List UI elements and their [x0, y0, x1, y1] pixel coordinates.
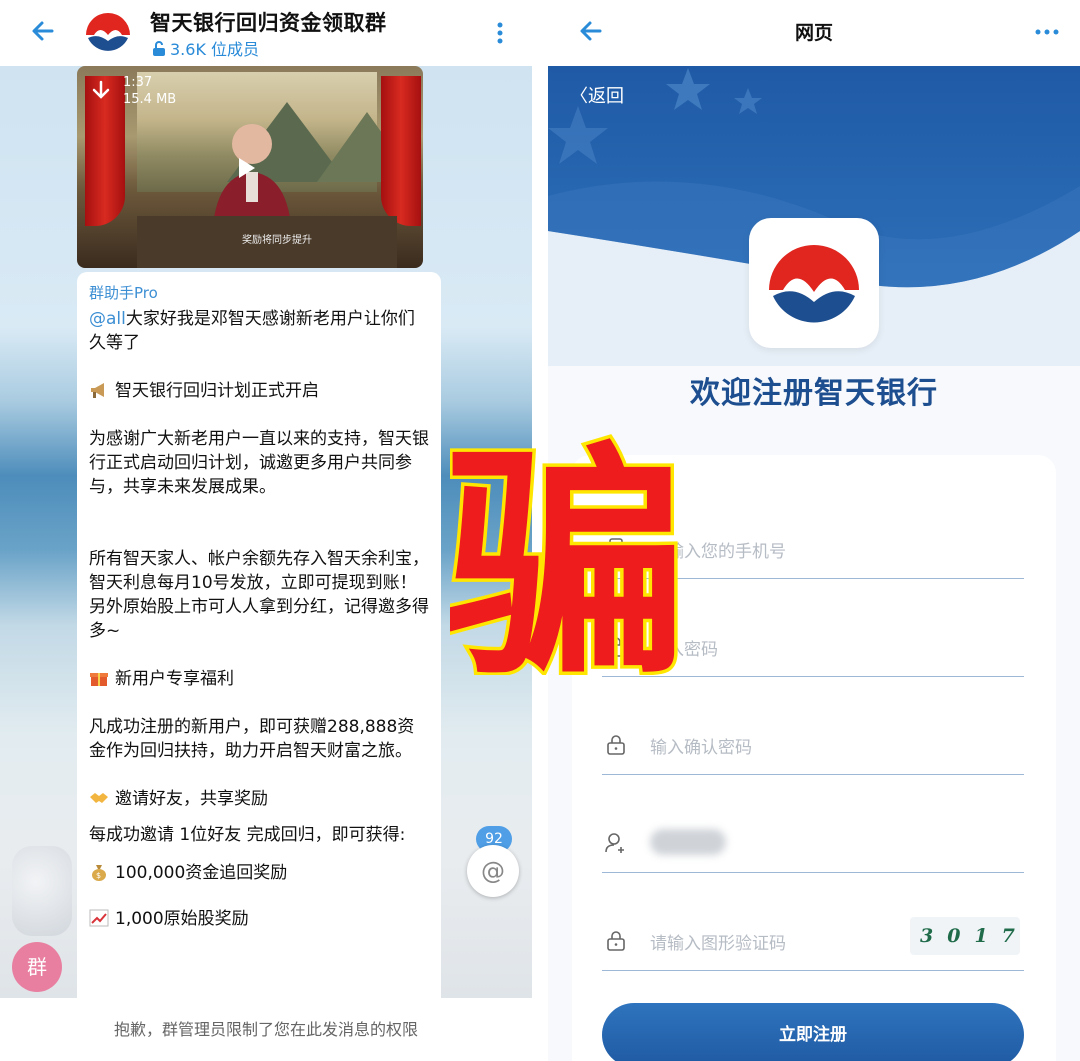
megaphone-icon — [91, 383, 104, 398]
video-meta: 1:37 15.4 MB — [123, 74, 176, 108]
webview-header: 网页 — [548, 0, 1080, 66]
money-bag-icon: $ — [92, 865, 106, 881]
chart-up-icon — [89, 909, 109, 927]
user-add-icon — [605, 833, 624, 853]
captcha-placeholder: 请输入图形验证码 — [650, 934, 786, 954]
paragraph-invite: 每成功邀请 1位好友 完成回归，即可获得: — [89, 825, 406, 845]
group-assistant-button[interactable]: 群 — [12, 942, 62, 992]
more-vert-icon[interactable] — [490, 18, 510, 48]
paragraph-deposit: 所有智天家人、帐户余额先存入智天余利宝，智天利息每月10号发放，立即可提现到账！… — [89, 549, 429, 641]
group-avatar[interactable] — [80, 5, 136, 61]
reward-capital: 100,000资金追回奖励 — [115, 863, 288, 883]
handshake-icon — [90, 793, 108, 803]
group-title[interactable]: 智天银行回归资金领取群 — [150, 7, 387, 37]
reward-shares: 1,000原始股奖励 — [115, 909, 249, 929]
lock-open-icon — [153, 41, 165, 56]
return-link[interactable]: 〈返回 — [570, 82, 624, 108]
heading-return-plan: 智天银行回归计划正式开启 — [115, 381, 319, 401]
sender-name[interactable]: 群助手Pro — [89, 282, 429, 303]
scam-overlay-text: 骗 — [450, 425, 680, 675]
restriction-notice: 抱歉，群管理员限制了您在此发消息的权限 — [0, 998, 532, 1061]
member-count-text: 3.6K 位成员 — [170, 40, 260, 59]
lock-icon — [607, 735, 625, 755]
bank-logo — [749, 218, 879, 348]
svg-text:$: $ — [96, 871, 101, 880]
play-icon[interactable] — [239, 158, 255, 178]
register-button[interactable]: 立即注册 — [602, 1003, 1024, 1061]
lock-icon — [607, 931, 625, 951]
webview-title: 网页 — [794, 22, 833, 44]
return-label: 返回 — [588, 86, 624, 107]
member-count: 3.6K 位成员 — [152, 36, 259, 60]
video-caption: 奖励将同步提升 — [242, 235, 312, 246]
paragraph-thanks: 为感谢广大新老用户一直以来的支持，智天银行正式启动回归计划，诚邀更多用户共同参与… — [89, 429, 429, 497]
chevron-left-icon: 〈 — [570, 86, 588, 107]
mention-all[interactable]: @all — [89, 309, 126, 329]
video-message[interactable]: 1:37 15.4 MB 奖励将同步提升 — [77, 66, 423, 268]
download-icon[interactable] — [91, 80, 111, 102]
mention-jump-button[interactable]: @ — [467, 845, 519, 897]
message-line1: 大家好我是邓智天感谢新老用户让你们久等了 — [89, 309, 415, 353]
confirm-password-field[interactable]: 输入确认密码 — [602, 703, 1024, 775]
captcha-image[interactable]: 3017 — [910, 917, 1020, 955]
message-text: @all大家好我是邓智天感谢新老用户让你们久等了 智天银行回归计划正式开启 为感… — [89, 307, 429, 931]
heading-new-user: 新用户专享福利 — [115, 669, 234, 689]
more-horiz-icon[interactable] — [1032, 22, 1062, 42]
message-bubble: 群助手Pro @all大家好我是邓智天感谢新老用户让你们久等了 智天银行回归计划… — [77, 272, 441, 998]
shell-decoration — [12, 846, 72, 936]
back-arrow-icon[interactable] — [28, 16, 58, 46]
welcome-heading: 欢迎注册智天银行 — [690, 376, 938, 411]
paragraph-new-user: 凡成功注册的新用户，即可获赠288,888资金作为回归扶持，助力开启智天财富之旅… — [89, 717, 415, 761]
chat-header: 智天银行回归资金领取群 3.6K 位成员 — [0, 0, 532, 66]
video-size: 15.4 MB — [123, 92, 177, 107]
scam-overlay: 骗 — [450, 425, 680, 675]
invite-code-field[interactable] — [602, 801, 1024, 873]
heading-invite: 邀请好友，共享奖励 — [115, 789, 268, 809]
redacted-value — [650, 829, 726, 855]
captcha-field[interactable]: 请输入图形验证码 3017 — [602, 899, 1024, 971]
video-duration: 1:37 — [123, 75, 153, 90]
flag-right — [381, 76, 421, 226]
gift-icon — [90, 673, 108, 686]
confirm-password-placeholder: 输入确认密码 — [650, 738, 752, 758]
